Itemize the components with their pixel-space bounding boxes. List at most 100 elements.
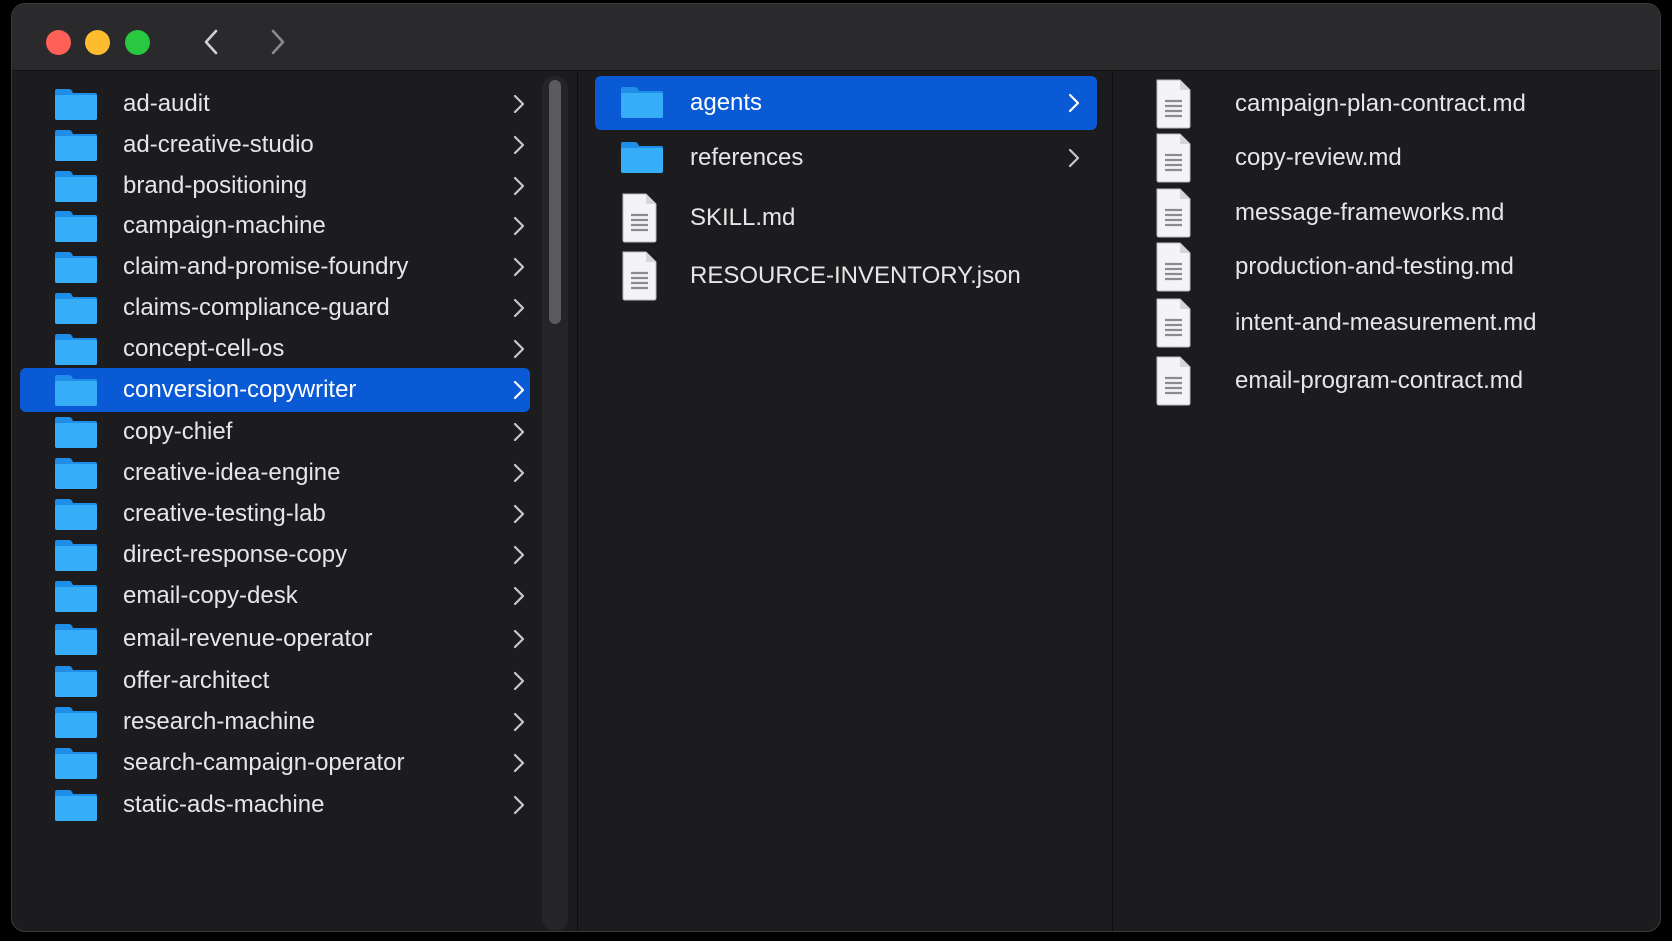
item-label: email-copy-desk [123, 582, 298, 609]
document-icon [619, 251, 659, 301]
folder-icon [53, 622, 99, 656]
chevron-right-icon [1067, 92, 1081, 114]
finder-window: ad-audit ad-creative-studio brand-position… [11, 3, 1661, 932]
folder-icon [53, 128, 99, 162]
chevron-right-icon [512, 711, 526, 733]
item-label: conversion-copywriter [123, 376, 357, 403]
chevron-right-icon [512, 628, 526, 650]
chevron-right-icon [512, 670, 526, 692]
folder-item-claim-and-promise-foundry[interactable]: claim-and-promise-foundry [20, 245, 530, 289]
folder-item-offer-architect[interactable]: offer-architect [20, 659, 530, 703]
item-label: creative-idea-engine [123, 459, 341, 486]
item-label: search-campaign-operator [123, 749, 405, 776]
folder-icon [53, 538, 99, 572]
title-bar [12, 4, 1660, 71]
document-icon [619, 193, 659, 243]
folder-item-ad-creative-studio[interactable]: ad-creative-studio [20, 123, 530, 167]
folder-icon [53, 291, 99, 325]
chevron-right-icon [512, 585, 526, 607]
chevron-right-icon [512, 544, 526, 566]
folder-item-claims-compliance-guard[interactable]: claims-compliance-guard [20, 286, 530, 330]
item-label: RESOURCE-INVENTORY.json [690, 262, 1021, 289]
forward-button[interactable] [261, 24, 295, 60]
folder-icon [619, 140, 665, 174]
back-button[interactable] [194, 24, 228, 60]
document-icon [1153, 298, 1193, 348]
close-button[interactable] [46, 30, 71, 55]
folder-icon [53, 373, 99, 407]
file-item-production-and-testing-md[interactable]: production-and-testing.md [1153, 242, 1660, 292]
chevron-right-icon [512, 338, 526, 360]
folder-icon [53, 332, 99, 366]
item-label: concept-cell-os [123, 335, 285, 362]
folder-item-brand-positioning[interactable]: brand-positioning [20, 164, 530, 208]
item-label: production-and-testing.md [1235, 253, 1514, 280]
folder-icon [53, 746, 99, 780]
file-item-intent-and-measurement-md[interactable]: intent-and-measurement.md [1153, 298, 1660, 348]
folder-item-references[interactable]: references [595, 131, 1097, 185]
folder-icon [53, 664, 99, 698]
item-label: references [690, 144, 804, 171]
folder-item-creative-testing-lab[interactable]: creative-testing-lab [20, 492, 530, 536]
chevron-right-icon [271, 29, 285, 55]
item-label: copy-chief [123, 418, 233, 445]
folder-icon [53, 705, 99, 739]
folder-item-copy-chief[interactable]: copy-chief [20, 410, 530, 454]
chevron-right-icon [512, 297, 526, 319]
chevron-right-icon [512, 93, 526, 115]
chevron-right-icon [512, 503, 526, 525]
folder-item-search-campaign-operator[interactable]: search-campaign-operator [20, 741, 530, 785]
file-item-campaign-plan-contract-md[interactable]: campaign-plan-contract.md [1153, 79, 1660, 129]
folder-item-creative-idea-engine[interactable]: creative-idea-engine [20, 451, 530, 495]
column-agents-contents: campaign-plan-contract.md copy-review.md m… [1112, 71, 1660, 931]
zoom-button[interactable] [125, 30, 150, 55]
folder-item-email-revenue-operator[interactable]: email-revenue-operator [20, 617, 530, 661]
item-label: SKILL.md [690, 204, 796, 231]
folder-item-campaign-machine[interactable]: campaign-machine [20, 204, 530, 248]
file-item-copy-review-md[interactable]: copy-review.md [1153, 133, 1660, 183]
chevron-right-icon [512, 752, 526, 774]
item-label: research-machine [123, 708, 316, 735]
scrollbar-thumb[interactable] [549, 80, 561, 324]
folder-item-static-ads-machine[interactable]: static-ads-machine [20, 783, 530, 827]
folder-item-conversion-copywriter[interactable]: conversion-copywriter [20, 368, 530, 412]
chevron-right-icon [512, 794, 526, 816]
item-label: static-ads-machine [123, 791, 325, 818]
scrollbar[interactable] [542, 76, 568, 931]
item-label: intent-and-measurement.md [1235, 309, 1537, 336]
chevron-right-icon [512, 256, 526, 278]
document-icon [1153, 188, 1193, 238]
chevron-right-icon [512, 175, 526, 197]
file-item-message-frameworks-md[interactable]: message-frameworks.md [1153, 188, 1660, 238]
folder-item-ad-audit[interactable]: ad-audit [20, 82, 530, 126]
folder-icon [53, 209, 99, 243]
chevron-right-icon [512, 379, 526, 401]
item-label: claim-and-promise-foundry [123, 253, 409, 280]
file-item-skill-md[interactable]: SKILL.md [595, 191, 1097, 245]
file-item-email-program-contract-md[interactable]: email-program-contract.md [1153, 356, 1660, 406]
item-label: direct-response-copy [123, 541, 348, 568]
folder-icon [53, 169, 99, 203]
column-skills: ad-audit ad-creative-studio brand-position… [12, 71, 576, 931]
folder-item-concept-cell-os[interactable]: concept-cell-os [20, 327, 530, 371]
folder-icon [53, 87, 99, 121]
chevron-right-icon [512, 421, 526, 443]
folder-icon [53, 497, 99, 531]
folder-item-research-machine[interactable]: research-machine [20, 700, 530, 744]
item-label: creative-testing-lab [123, 500, 326, 527]
item-label: agents [690, 89, 763, 116]
item-label: email-revenue-operator [123, 625, 373, 652]
item-label: claims-compliance-guard [123, 294, 390, 321]
folder-item-email-copy-desk[interactable]: email-copy-desk [20, 574, 530, 618]
minimize-button[interactable] [85, 30, 110, 55]
folder-item-agents[interactable]: agents [595, 76, 1097, 130]
item-label: brand-positioning [123, 172, 308, 199]
item-label: offer-architect [123, 667, 270, 694]
chevron-left-icon [204, 29, 218, 55]
chevron-right-icon [512, 215, 526, 237]
file-item-resource-inventory-json[interactable]: RESOURCE-INVENTORY.json [595, 249, 1097, 303]
folder-item-direct-response-copy[interactable]: direct-response-copy [20, 533, 530, 577]
document-icon [1153, 133, 1193, 183]
chevron-right-icon [512, 134, 526, 156]
folder-icon [53, 250, 99, 284]
